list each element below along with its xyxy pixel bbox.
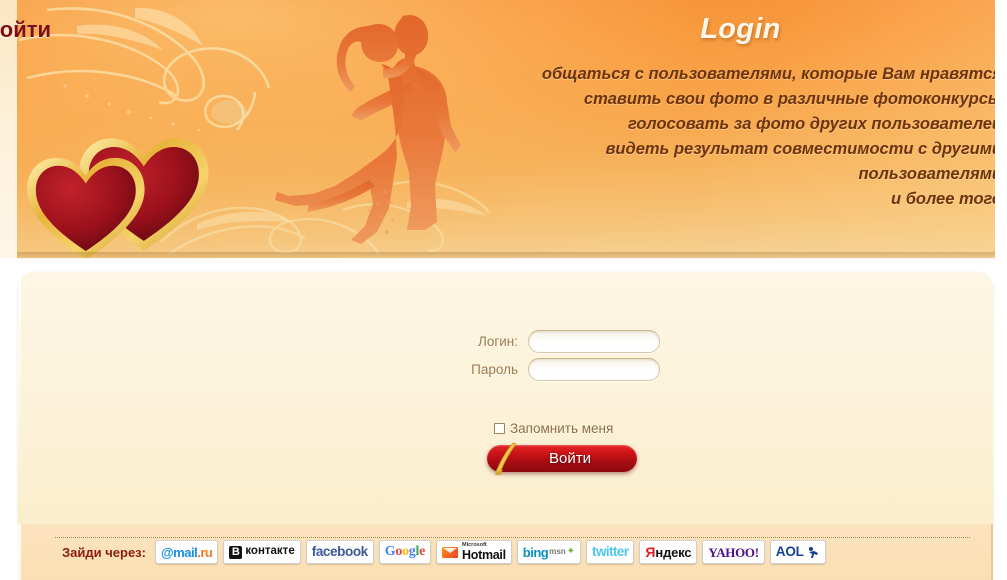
login-panel (18, 272, 993, 524)
hotmail-envelope-icon (442, 546, 459, 558)
yandex-logo-text: ндекс (655, 544, 692, 560)
social-bar-divider (55, 537, 970, 538)
remember-me-label: Запомнить меня (510, 421, 614, 436)
login-field-row: Логин: (456, 330, 660, 353)
msn-logo-text: msn (549, 547, 566, 556)
banner-feature-list: общаться с пользователями, которые Вам н… (457, 62, 995, 212)
google-logo-text: Google (384, 544, 426, 559)
twitter-logo-text: twitter (592, 544, 629, 560)
social-button-hotmail[interactable]: Microsoft Hotmail (436, 540, 512, 564)
banner-line-2: ставить свои фото в различные фотоконкур… (583, 90, 995, 108)
banner-drop-shadow (17, 252, 995, 260)
vk-logo-box: В (229, 545, 243, 559)
hotmail-logo-text: Microsoft Hotmail (462, 542, 506, 562)
password-field-label: Пароль (471, 362, 518, 377)
banner-line-6: и более того (891, 190, 995, 208)
login-submit-button[interactable]: Войти (487, 445, 637, 472)
mailru-logo-suffix: .ru (197, 544, 213, 560)
social-button-yandex[interactable]: Яндекс (639, 540, 698, 564)
social-login-label: Зайди через: (62, 545, 146, 560)
social-button-vkontakte[interactable]: Вконтакте (223, 540, 301, 564)
remember-me-checkbox[interactable] (494, 423, 505, 434)
yahoo-logo-text: YAHOO! (708, 544, 759, 560)
mailru-logo-text: @mail (161, 544, 198, 560)
vk-logo-text: контакте (245, 545, 295, 558)
social-button-mailru[interactable]: @mail .ru (155, 540, 219, 564)
banner-line-1: общаться с пользователями, которые Вам н… (541, 65, 995, 83)
aol-runner-icon (808, 546, 818, 558)
social-button-bing-msn[interactable]: bing msn ✦ (516, 540, 582, 564)
social-button-twitter[interactable]: twitter (586, 540, 635, 564)
social-button-google[interactable]: Google (378, 540, 432, 564)
msn-butterfly-icon: ✦ (566, 546, 576, 557)
hotmail-brand-name: Hotmail (462, 547, 506, 562)
login-form-heading-text: Войти (0, 17, 52, 42)
panel-left-edge (18, 272, 21, 524)
login-field-label: Логин: (477, 334, 518, 349)
remember-me-row[interactable]: Запомнить меня (494, 421, 613, 436)
submit-button-wrap: Войти (487, 442, 637, 475)
password-input[interactable] (528, 358, 660, 381)
login-form-heading: Войти (0, 17, 1007, 43)
bing-logo-text: bing (522, 544, 549, 560)
facebook-logo-text: facebook (311, 544, 368, 560)
aol-logo-text: AOL (775, 544, 804, 560)
social-button-facebook[interactable]: facebook (305, 540, 374, 564)
social-button-list: @mail .ru Вконтакте facebook Google Micro… (155, 540, 826, 564)
login-input[interactable] (528, 330, 660, 353)
social-button-aol[interactable]: AOL (769, 540, 826, 564)
two-hearts-icon (27, 138, 209, 258)
social-button-yahoo[interactable]: YAHOO! (702, 540, 765, 564)
password-field-row: Пароль (456, 358, 660, 381)
login-page: Login общаться с пользователями, которые… (0, 0, 1007, 580)
yandex-logo-ya: Я (645, 544, 656, 560)
banner-line-5: пользователями (858, 165, 995, 183)
banner-line-4: видеть результат совместимости с другими (605, 140, 995, 158)
banner-line-3: голосовать за фото других пользователей (627, 115, 995, 133)
